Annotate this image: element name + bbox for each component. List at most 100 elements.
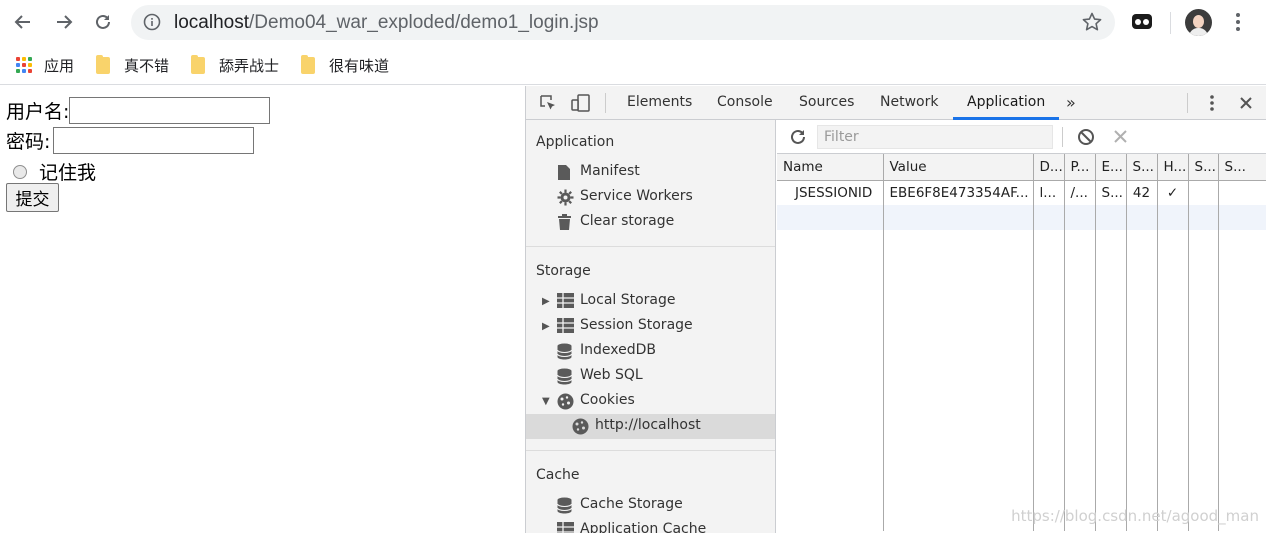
refresh-icon[interactable]: [789, 128, 807, 146]
database-icon: [557, 368, 572, 385]
address-bar[interactable]: localhost/Demo04_war_exploded/demo1_logi…: [131, 5, 1115, 40]
bookmark-label: 真不错: [124, 57, 170, 75]
sidebar-item-cache-storage[interactable]: Cache Storage: [526, 493, 775, 518]
info-icon[interactable]: [143, 13, 161, 31]
tab-network[interactable]: Network: [880, 86, 938, 119]
forward-button[interactable]: [50, 8, 78, 36]
cookie-name-cell: JSESSIONID: [777, 180, 884, 205]
collapse-arrow-icon[interactable]: ▼: [542, 396, 550, 407]
table-row[interactable]: JSESSIONID EBE6F8E473354AF... l... /... …: [777, 180, 1266, 205]
sidebar-item-web-sql[interactable]: Web SQL: [526, 364, 775, 389]
browser-toolbar: localhost/Demo04_war_exploded/demo1_logi…: [0, 0, 1266, 45]
expand-arrow-icon[interactable]: ▶: [542, 321, 550, 332]
kebab-menu-icon[interactable]: [1230, 12, 1246, 32]
tab-application[interactable]: Application: [953, 86, 1060, 120]
password-label: 密码:: [6, 131, 51, 153]
cookie-icon: [572, 418, 589, 435]
tab-sources[interactable]: Sources: [799, 86, 854, 119]
sidebar-item-application-cache[interactable]: Application Cache: [526, 518, 775, 533]
more-tabs-button[interactable]: »: [1066, 86, 1076, 119]
arrow-left-icon: [14, 15, 30, 29]
sidebar-item-service-workers[interactable]: Service Workers: [526, 185, 775, 210]
devtools-menu-icon[interactable]: [1208, 94, 1216, 112]
devtools-panel: Elements Console Sources Network Applica…: [525, 86, 1266, 533]
folder-icon: [191, 54, 205, 74]
sidebar-item-cookie-localhost[interactable]: http://localhost: [526, 414, 775, 439]
column-header-path[interactable]: P...: [1064, 154, 1096, 181]
cookie-domain-cell: l...: [1033, 180, 1065, 205]
profile-avatar[interactable]: [1185, 9, 1212, 36]
cookie-expires-cell: S...: [1095, 180, 1127, 205]
sidebar-item-local-storage[interactable]: ▶ Local Storage: [526, 289, 775, 314]
expand-arrow-icon[interactable]: ▶: [542, 296, 550, 307]
tab-console[interactable]: Console: [717, 86, 773, 119]
database-icon: [557, 497, 572, 514]
tab-divider: [1187, 93, 1188, 113]
column-header-expires[interactable]: E...: [1095, 154, 1127, 181]
bookmark-label: 很有味道: [329, 57, 390, 75]
tab-elements[interactable]: Elements: [627, 86, 692, 119]
submit-button[interactable]: 提交: [6, 183, 59, 212]
username-label: 用户名:: [6, 101, 70, 123]
sidebar-item-clear-storage[interactable]: Clear storage: [526, 210, 775, 235]
sidebar-item-label: Service Workers: [580, 188, 693, 204]
table-grid-icon: [557, 522, 574, 533]
extension-icon[interactable]: [1131, 10, 1153, 32]
bookmark-folder[interactable]: 真不错: [96, 54, 169, 76]
delete-selected-icon[interactable]: [1113, 129, 1128, 144]
bookmarks-bar: 应用 真不错 舔弄战士 很有味道: [0, 45, 1266, 85]
filter-input[interactable]: Filter: [817, 125, 1053, 149]
bookmark-label: 应用: [44, 57, 75, 75]
table-header-row: Name Value D... P... E... S... H... S...…: [777, 154, 1266, 181]
bookmark-label: 舔弄战士: [219, 57, 280, 75]
application-sidebar: Application Manifest Service Workers Cle…: [526, 120, 776, 533]
cookies-toolbar: Filter: [777, 120, 1266, 154]
toolbar-divider: [1170, 12, 1171, 34]
sidebar-item-label: Manifest: [580, 163, 640, 179]
remember-radio[interactable]: [13, 164, 27, 179]
folder-icon: [301, 54, 315, 74]
bookmark-apps[interactable]: 应用: [16, 54, 74, 76]
empty-table-row: [777, 205, 1266, 230]
cookies-table: Name Value D... P... E... S... H... S...…: [777, 154, 1266, 531]
table-grid-icon: [557, 293, 574, 308]
cookie-secure-cell: [1188, 180, 1219, 205]
column-header-secure[interactable]: S...: [1188, 154, 1219, 181]
username-row: 用户名:: [6, 97, 271, 124]
device-toolbar-icon[interactable]: [571, 94, 591, 112]
sidebar-item-label: Local Storage: [580, 292, 676, 308]
star-bookmark-icon[interactable]: [1081, 11, 1103, 33]
watermark-text: https://blog.csdn.net/agood_man: [1011, 507, 1259, 525]
reload-button[interactable]: [89, 8, 117, 36]
document-icon: [558, 165, 570, 180]
clear-all-block-icon[interactable]: [1077, 128, 1095, 146]
column-header-value[interactable]: Value: [883, 154, 1034, 181]
apps-grid-icon: [16, 57, 32, 73]
bookmark-folder[interactable]: 很有味道: [301, 54, 389, 76]
section-cache-title: Cache: [536, 467, 580, 483]
section-divider: [526, 450, 775, 451]
column-header-name[interactable]: Name: [777, 154, 884, 181]
sidebar-item-label: Clear storage: [580, 213, 675, 229]
close-devtools-icon[interactable]: [1238, 95, 1254, 111]
section-application-title: Application: [536, 134, 615, 150]
url-path: /Demo04_war_exploded/demo1_login.jsp: [249, 12, 599, 33]
back-button[interactable]: [9, 8, 37, 36]
tab-divider: [605, 93, 606, 113]
column-header-samesite[interactable]: S...: [1218, 154, 1266, 181]
password-input[interactable]: [53, 127, 255, 154]
cookie-size-cell: 42: [1126, 180, 1158, 205]
sidebar-item-cookies[interactable]: ▼ Cookies: [526, 389, 775, 414]
sidebar-item-manifest[interactable]: Manifest: [526, 160, 775, 185]
username-input[interactable]: [69, 97, 271, 124]
sidebar-item-label: Session Storage: [580, 317, 693, 333]
sidebar-item-indexeddb[interactable]: IndexedDB: [526, 339, 775, 364]
section-divider: [526, 246, 775, 247]
sidebar-item-session-storage[interactable]: ▶ Session Storage: [526, 314, 775, 339]
inspect-element-icon[interactable]: [539, 94, 557, 112]
trash-icon: [558, 214, 571, 230]
bookmark-folder[interactable]: 舔弄战士: [191, 54, 279, 76]
column-header-domain[interactable]: D...: [1033, 154, 1065, 181]
column-header-size[interactable]: S...: [1126, 154, 1158, 181]
column-header-httponly[interactable]: H...: [1157, 154, 1189, 181]
